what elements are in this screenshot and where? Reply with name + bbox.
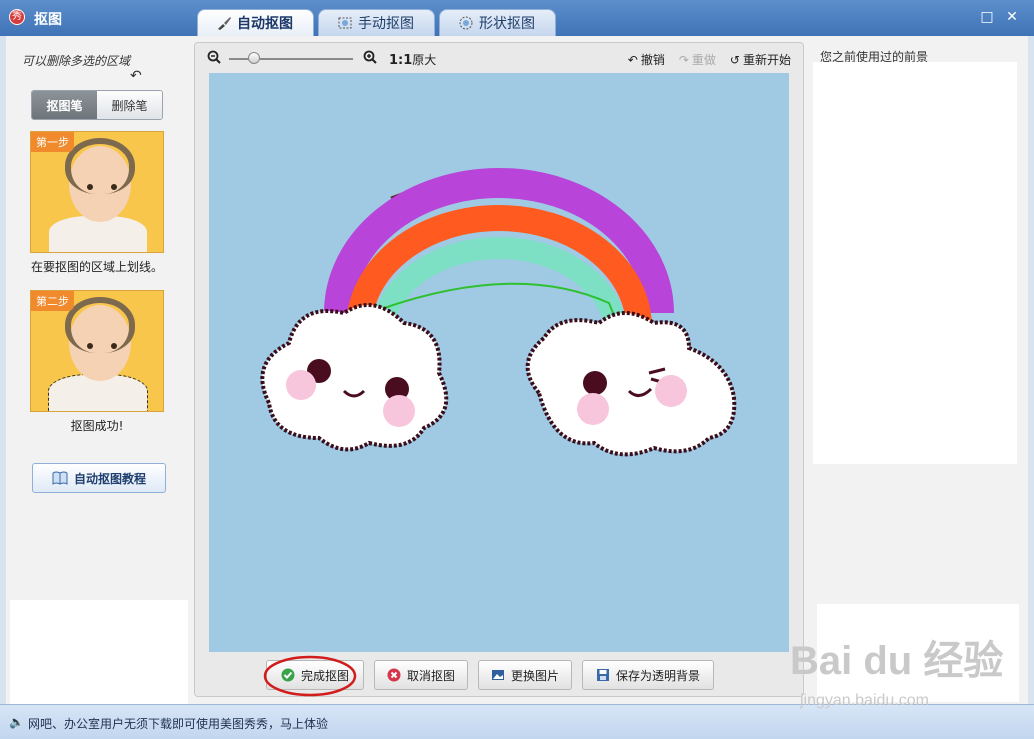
restart-button[interactable]: ↺ 重新开始 bbox=[730, 51, 791, 68]
cancel-cutout-button[interactable]: 取消抠图 bbox=[374, 660, 468, 690]
eye bbox=[111, 184, 117, 190]
tab-label: 自动抠图 bbox=[237, 16, 293, 32]
ratio-label: 原大 bbox=[412, 53, 437, 67]
cancel-cutout-label: 取消抠图 bbox=[406, 668, 455, 683]
tab-manual-cutout[interactable]: 手动抠图 bbox=[318, 9, 435, 36]
tab-label: 手动抠图 bbox=[358, 16, 414, 32]
left-bottom-blank bbox=[10, 600, 188, 704]
baby-hat bbox=[65, 297, 135, 353]
zoom-out-icon[interactable] bbox=[207, 50, 221, 64]
step1-caption: 在要抠图的区域上划线。 bbox=[30, 260, 163, 274]
eraser-hint: 可以删除多选的区域 bbox=[22, 54, 131, 68]
image-icon bbox=[491, 670, 504, 680]
tab-label: 形状抠图 bbox=[479, 16, 535, 32]
redo-label: 重做 bbox=[691, 53, 716, 67]
highlight-circle bbox=[263, 655, 357, 697]
step1-example-image: 第一步 bbox=[30, 131, 164, 253]
editor-toolbar: 1:1原大 ↶ 撤销 ↷ 重做 ↺ 重新开始 bbox=[205, 48, 797, 70]
pen-selector: 抠图笔 删除笔 bbox=[31, 90, 163, 120]
speaker-icon: 🔈 bbox=[9, 715, 24, 729]
save-transparent-label: 保存为透明背景 bbox=[615, 668, 700, 683]
step1-badge: 第一步 bbox=[31, 132, 74, 152]
rainbow-artwork: Rainbow bbox=[260, 167, 737, 457]
redo-icon: ↷ bbox=[678, 52, 689, 67]
title-bar: 秀 抠图 自动抠图 手动抠图 形状抠图 □ ✕ bbox=[0, 0, 1034, 36]
zoom-slider-handle[interactable] bbox=[247, 52, 260, 64]
redo-button[interactable]: ↷ 重做 bbox=[679, 51, 716, 68]
cutout-pen-button[interactable]: 抠图笔 bbox=[32, 91, 97, 119]
save-icon bbox=[596, 669, 609, 681]
cancel-icon bbox=[387, 668, 401, 682]
undo-icon: ↶ bbox=[627, 52, 638, 67]
eye bbox=[111, 343, 117, 349]
close-icon[interactable]: ✕ bbox=[1005, 10, 1019, 24]
book-icon bbox=[52, 471, 68, 485]
shape-cutout-icon bbox=[459, 16, 473, 30]
undo-label: 撤销 bbox=[640, 53, 665, 67]
manual-cutout-icon bbox=[338, 17, 352, 29]
actual-size-button[interactable]: 1:1原大 bbox=[389, 51, 436, 68]
mode-tabs: 自动抠图 手动抠图 形状抠图 bbox=[197, 9, 556, 36]
history-controls: ↶ 撤销 ↷ 重做 ↺ 重新开始 bbox=[628, 51, 791, 68]
restart-label: 重新开始 bbox=[742, 53, 791, 67]
brush-icon bbox=[218, 17, 231, 30]
baby-hat bbox=[65, 138, 135, 194]
zoom-in-icon[interactable] bbox=[363, 50, 377, 64]
tab-auto-cutout[interactable]: 自动抠图 bbox=[197, 9, 314, 36]
replace-image-button[interactable]: 更换图片 bbox=[478, 660, 572, 690]
step2-example-image: 第二步 bbox=[30, 290, 164, 412]
maximize-icon[interactable]: □ bbox=[980, 10, 994, 24]
image-canvas[interactable]: Rainbow bbox=[209, 73, 789, 652]
app-window: 秀 抠图 自动抠图 手动抠图 形状抠图 □ ✕ 可以删除多选的区域 ↶ 抠图笔 … bbox=[0, 0, 1034, 739]
tutorial-button[interactable]: 自动抠图教程 bbox=[32, 463, 166, 493]
restart-icon: ↺ bbox=[729, 52, 740, 67]
baidu-watermark-url: jingyan.baidu.com bbox=[800, 692, 929, 709]
undo-button[interactable]: ↶ 撤销 bbox=[628, 51, 665, 68]
tutorial-label: 自动抠图教程 bbox=[73, 471, 146, 486]
replace-image-label: 更换图片 bbox=[510, 668, 559, 683]
app-logo-icon: 秀 bbox=[9, 9, 25, 25]
recent-foregrounds-list[interactable] bbox=[813, 62, 1017, 464]
step2-caption: 抠图成功! bbox=[70, 419, 124, 433]
status-promo-link[interactable]: 网吧、办公室用户无须下载即可使用美图秀秀，马上体验 bbox=[28, 715, 328, 732]
baidu-watermark: Bai du 经验 bbox=[790, 639, 1004, 683]
hint-arrow-icon: ↶ bbox=[130, 68, 142, 84]
eraser-pen-button[interactable]: 删除笔 bbox=[97, 91, 162, 119]
step2-badge: 第二步 bbox=[31, 291, 74, 311]
eye bbox=[87, 343, 93, 349]
ratio-value: 1:1 bbox=[389, 53, 413, 68]
tab-shape-cutout[interactable]: 形状抠图 bbox=[439, 9, 556, 36]
save-transparent-button[interactable]: 保存为透明背景 bbox=[582, 660, 714, 690]
window-title: 抠图 bbox=[34, 12, 62, 28]
eye bbox=[87, 184, 93, 190]
